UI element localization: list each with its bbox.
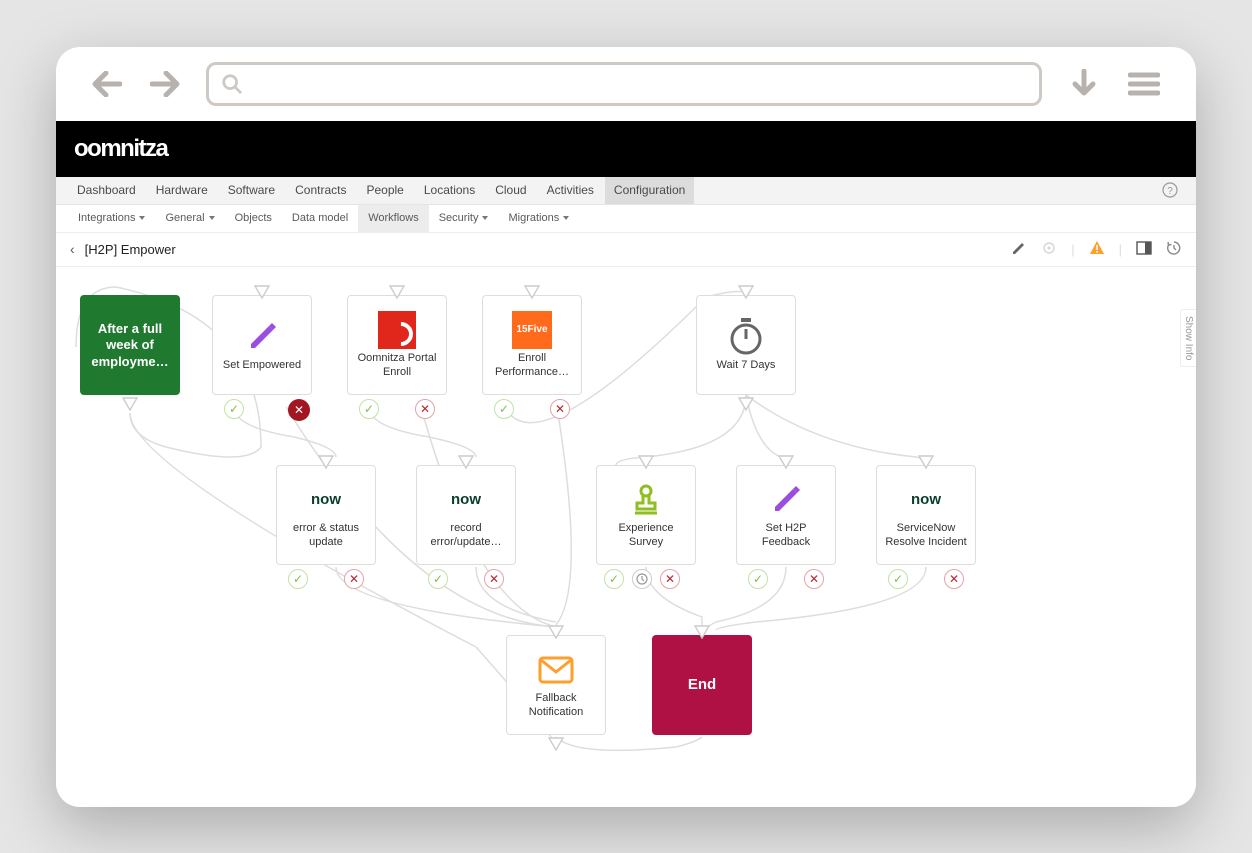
- port-success[interactable]: ✓: [748, 569, 768, 589]
- tab-software[interactable]: Software: [219, 177, 284, 204]
- pencil-icon: [242, 317, 282, 357]
- port-success[interactable]: ✓: [494, 399, 514, 419]
- subtab-workflows[interactable]: Workflows: [358, 205, 429, 232]
- svg-text:?: ?: [1167, 186, 1173, 197]
- port-error[interactable]: ✕: [944, 569, 964, 589]
- tab-locations[interactable]: Locations: [415, 177, 484, 204]
- subtab-general[interactable]: General: [155, 205, 224, 232]
- oomnitza-logo-icon: [377, 310, 417, 350]
- app-window: oomnitza Dashboard Hardware Software Con…: [56, 47, 1196, 807]
- breadcrumb-bar: ‹ [H2P] Empower | |: [56, 233, 1196, 267]
- node-error-status-update[interactable]: now error & status update: [276, 465, 376, 565]
- subtab-data-model[interactable]: Data model: [282, 205, 358, 232]
- help-icon[interactable]: ?: [1162, 177, 1184, 204]
- stopwatch-icon: [726, 317, 766, 357]
- panel-icon[interactable]: [1136, 240, 1152, 259]
- port-error[interactable]: ✕: [415, 399, 435, 419]
- stamp-icon: [626, 480, 666, 520]
- node-wait-7-days[interactable]: Wait 7 Days: [696, 295, 796, 395]
- back-button[interactable]: [90, 67, 124, 101]
- node-record-error-update[interactable]: now record error/update…: [416, 465, 516, 565]
- edit-icon[interactable]: [1011, 240, 1027, 259]
- brand-bar: oomnitza: [56, 121, 1196, 177]
- node-end[interactable]: End: [652, 635, 752, 735]
- port-success[interactable]: ✓: [224, 399, 244, 419]
- port-triangle[interactable]: [694, 625, 710, 639]
- node-experience-survey[interactable]: Experience Survey: [596, 465, 696, 565]
- port-error[interactable]: ✕: [288, 399, 310, 421]
- brand-logo: oomnitza: [74, 135, 167, 163]
- port-triangle[interactable]: [389, 285, 405, 299]
- workflow-canvas[interactable]: Show Info: [56, 267, 1196, 807]
- servicenow-logo-icon: now: [446, 480, 486, 520]
- tab-dashboard[interactable]: Dashboard: [68, 177, 145, 204]
- main-tabs: Dashboard Hardware Software Contracts Pe…: [56, 177, 1196, 205]
- node-set-h2p-feedback[interactable]: Set H2P Feedback: [736, 465, 836, 565]
- port-success[interactable]: ✓: [428, 569, 448, 589]
- port-success[interactable]: ✓: [604, 569, 624, 589]
- workflow-toolbar: | |: [1011, 240, 1182, 259]
- port-error[interactable]: ✕: [344, 569, 364, 589]
- node-start[interactable]: After a full week of employme…: [80, 295, 180, 395]
- servicenow-logo-icon: now: [306, 480, 346, 520]
- subtab-integrations[interactable]: Integrations: [68, 205, 155, 232]
- port-triangle[interactable]: [548, 737, 564, 751]
- node-servicenow-resolve[interactable]: now ServiceNow Resolve Incident: [876, 465, 976, 565]
- port-triangle[interactable]: [918, 455, 934, 469]
- forward-button[interactable]: [148, 67, 182, 101]
- subtab-security[interactable]: Security: [429, 205, 499, 232]
- port-triangle[interactable]: [524, 285, 540, 299]
- port-wait[interactable]: [632, 569, 652, 589]
- port-triangle[interactable]: [458, 455, 474, 469]
- subtab-migrations[interactable]: Migrations: [498, 205, 579, 232]
- pencil-icon: [766, 480, 806, 520]
- node-fallback-notification[interactable]: Fallback Notification: [506, 635, 606, 735]
- node-set-empowered[interactable]: Set Empowered: [212, 295, 312, 395]
- port-error[interactable]: ✕: [804, 569, 824, 589]
- port-triangle[interactable]: [738, 397, 754, 411]
- port-triangle[interactable]: [254, 285, 270, 299]
- port-triangle[interactable]: [548, 625, 564, 639]
- port-triangle[interactable]: [318, 455, 334, 469]
- tab-cloud[interactable]: Cloud: [486, 177, 535, 204]
- tab-configuration[interactable]: Configuration: [605, 177, 694, 204]
- warning-icon[interactable]: [1089, 240, 1105, 259]
- port-success[interactable]: ✓: [288, 569, 308, 589]
- search-icon: [221, 73, 243, 95]
- port-triangle[interactable]: [738, 285, 754, 299]
- tab-contracts[interactable]: Contracts: [286, 177, 355, 204]
- gear-link-icon[interactable]: [1041, 240, 1057, 259]
- subtab-objects[interactable]: Objects: [225, 205, 282, 232]
- node-portal-enroll[interactable]: Oomnitza Portal Enroll: [347, 295, 447, 395]
- port-triangle[interactable]: [778, 455, 794, 469]
- show-info-tab[interactable]: Show Info: [1180, 309, 1196, 367]
- workflow-title: [H2P] Empower: [85, 242, 176, 257]
- url-input[interactable]: [251, 76, 1027, 92]
- 15five-logo-icon: 15Five: [512, 310, 552, 350]
- port-error[interactable]: ✕: [550, 399, 570, 419]
- port-error[interactable]: ✕: [484, 569, 504, 589]
- node-enroll-15five[interactable]: 15Five Enroll Performance…: [482, 295, 582, 395]
- port-error[interactable]: ✕: [660, 569, 680, 589]
- menu-button[interactable]: [1126, 66, 1162, 102]
- back-chevron-icon[interactable]: ‹: [70, 241, 75, 257]
- port-triangle[interactable]: [638, 455, 654, 469]
- history-icon[interactable]: [1166, 240, 1182, 259]
- mail-icon: [536, 650, 576, 690]
- tab-activities[interactable]: Activities: [538, 177, 603, 204]
- download-button[interactable]: [1066, 66, 1102, 102]
- url-search-box[interactable]: [206, 62, 1042, 106]
- tab-hardware[interactable]: Hardware: [147, 177, 217, 204]
- browser-chrome: [56, 47, 1196, 121]
- port-triangle[interactable]: [122, 397, 138, 411]
- tab-people[interactable]: People: [357, 177, 412, 204]
- port-success[interactable]: ✓: [359, 399, 379, 419]
- sub-tabs: Integrations General Objects Data model …: [56, 205, 1196, 233]
- servicenow-logo-icon: now: [906, 480, 946, 520]
- port-success[interactable]: ✓: [888, 569, 908, 589]
